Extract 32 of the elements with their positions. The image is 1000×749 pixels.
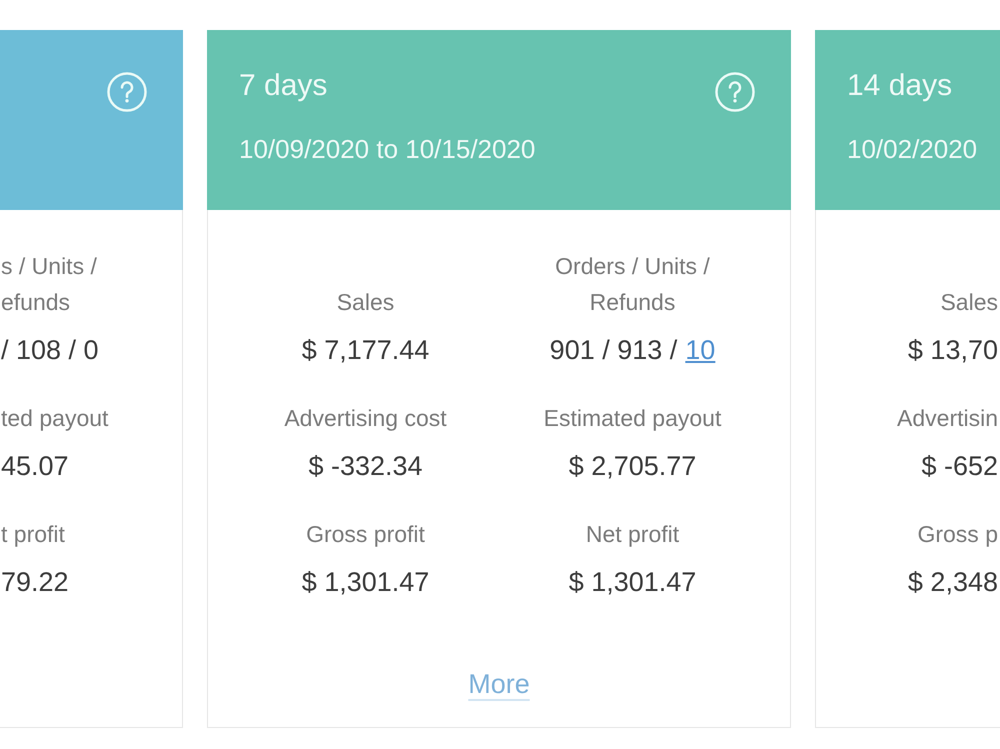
stat-label: ted payout xyxy=(1,404,110,433)
stat-label: Sales xyxy=(939,288,998,317)
stat-value: $ 1,301.47 xyxy=(568,566,698,599)
help-icon[interactable] xyxy=(715,72,755,112)
stat-value: 45.07 xyxy=(1,450,70,483)
date-range: 10/02/2020 xyxy=(847,133,978,165)
stat-label: Orders / Units / Refunds xyxy=(554,252,711,317)
stat-value: $ 1,301.47 xyxy=(300,566,430,599)
period-title: 14 days xyxy=(847,68,952,104)
stat-value: $ 13,70 xyxy=(906,334,998,367)
stat-label: Gross profit xyxy=(305,520,426,549)
stat-label: t profit xyxy=(1,520,66,549)
stat-value: $ 2,705.77 xyxy=(568,450,698,483)
refunds-link[interactable]: 10 xyxy=(685,335,716,365)
stat-label: s / Units / efunds xyxy=(1,252,98,317)
stat-value: $ 2,348 xyxy=(906,566,998,599)
help-icon[interactable] xyxy=(107,72,147,112)
stat-value: $ -332.34 xyxy=(307,450,424,483)
stat-label: Advertisin xyxy=(896,404,998,433)
stat-label: Sales xyxy=(336,288,396,317)
stat-value: / 108 / 0 xyxy=(1,334,100,367)
stat-label: Advertising cost xyxy=(283,404,448,433)
more-link[interactable]: More xyxy=(468,666,530,702)
period-title: 7 days xyxy=(239,68,328,104)
stat-value: 79.22 xyxy=(1,566,70,599)
stat-label: Estimated payout xyxy=(542,404,722,433)
stat-label: Gross p xyxy=(916,520,998,549)
stat-value: $ -652 xyxy=(920,450,998,483)
stat-value: 901 / 913 / xyxy=(550,335,678,365)
date-range: 10/09/2020 to 10/15/2020 xyxy=(239,133,536,165)
stat-label: Net profit xyxy=(584,520,680,549)
stat-value: $ 7,177.44 xyxy=(300,334,430,367)
